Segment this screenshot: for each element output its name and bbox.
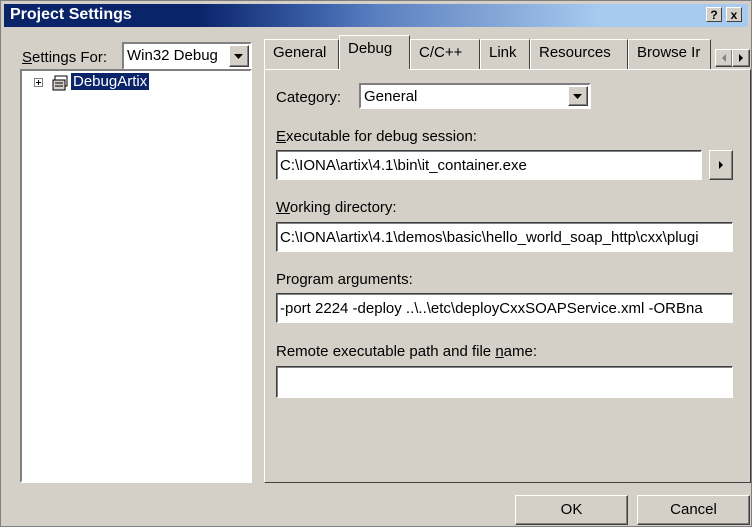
tab-resources[interactable]: Resources: [530, 39, 628, 69]
settings-for-dropdown-arrow[interactable]: [229, 45, 249, 67]
active-tab-join: [340, 68, 409, 71]
tab-general[interactable]: General: [264, 39, 339, 69]
workdir-input[interactable]: C:\IONA\artix\4.1\demos\basic\hello_worl…: [276, 222, 733, 252]
tab-link[interactable]: Link: [480, 39, 530, 69]
ok-button[interactable]: OK: [515, 495, 628, 525]
project-icon: [52, 75, 68, 91]
exe-label: Executable for debug session:: [276, 128, 477, 145]
help-button[interactable]: ?: [706, 7, 722, 22]
chevron-down-icon: [234, 54, 243, 59]
tab-debug[interactable]: Debug: [339, 35, 410, 70]
remote-input[interactable]: [276, 366, 733, 398]
arrow-left-icon: [722, 54, 726, 62]
settings-for-label: Settings For:: [22, 49, 108, 66]
category-dropdown[interactable]: General: [359, 83, 591, 109]
settings-for-dropdown[interactable]: Win32 Debug: [122, 42, 252, 70]
close-button[interactable]: x: [726, 7, 742, 22]
settings-for-value: Win32 Debug: [127, 47, 218, 64]
workdir-label: Working directory:: [276, 199, 397, 216]
exe-browse-button[interactable]: [709, 150, 733, 180]
tab-cpp[interactable]: C/C++: [410, 39, 480, 69]
arrow-right-icon: [739, 54, 743, 62]
tab-scroll-left[interactable]: [715, 49, 733, 67]
chevron-down-icon: [573, 94, 582, 99]
args-value: -port 2224 -deploy ..\..\etc\deployCxxSO…: [280, 300, 703, 317]
expand-icon[interactable]: [34, 78, 44, 88]
cancel-button[interactable]: Cancel: [637, 495, 750, 525]
project-settings-dialog: Project Settings ? x Settings For: Win32…: [0, 0, 752, 527]
args-input[interactable]: -port 2224 -deploy ..\..\etc\deployCxxSO…: [276, 293, 733, 323]
exe-input[interactable]: C:\IONA\artix\4.1\bin\it_container.exe: [276, 150, 702, 180]
tab-link-label: Link: [489, 44, 517, 61]
args-label: Program arguments:: [276, 271, 413, 288]
tab-general-label: General: [273, 44, 327, 61]
arrow-right-icon: [719, 161, 723, 169]
category-dropdown-arrow[interactable]: [568, 86, 588, 106]
tree-node-debugartix[interactable]: DebugArtix: [71, 73, 150, 90]
project-tree[interactable]: DebugArtix: [20, 69, 252, 483]
tab-resources-label: Resources: [539, 44, 611, 61]
settings-for-label-rest: ettings For:: [32, 49, 108, 66]
tab-cpp-label: C/C++: [419, 44, 463, 61]
workdir-value: C:\IONA\artix\4.1\demos\basic\hello_worl…: [280, 229, 699, 246]
category-label: Category:: [276, 89, 342, 106]
tab-browse-info[interactable]: Browse Ir: [628, 39, 711, 69]
window-title: Project Settings: [10, 6, 132, 23]
title-bar[interactable]: Project Settings ? x: [4, 4, 748, 27]
tab-scroll-right[interactable]: [732, 49, 750, 67]
tab-browse-info-label: Browse Ir: [637, 44, 701, 61]
tab-debug-label: Debug: [348, 40, 393, 57]
remote-label: Remote executable path and file name:: [276, 343, 538, 360]
exe-value: C:\IONA\artix\4.1\bin\it_container.exe: [280, 157, 527, 174]
category-value: General: [364, 88, 418, 105]
